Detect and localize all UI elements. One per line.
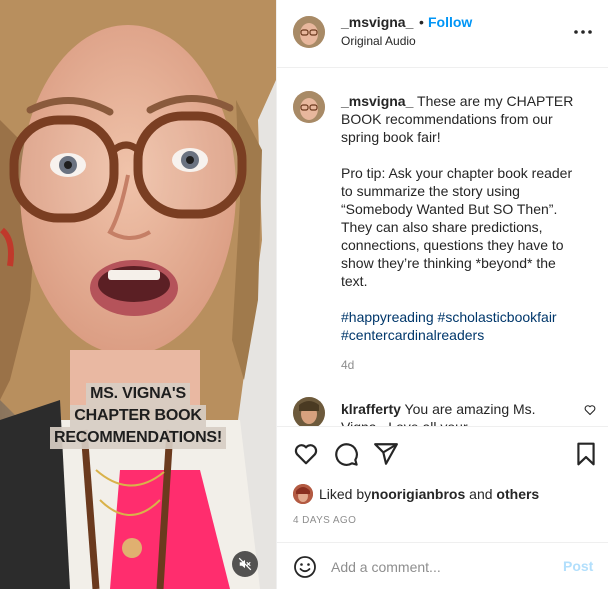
hashtag-link[interactable]: #happyreading [341,309,434,325]
comments-section[interactable]: _msvigna_ These are my CHAPTER BOOK reco… [277,69,608,426]
overlay-line: CHAPTER BOOK [70,405,206,427]
caption-username[interactable]: _msvigna_ [341,93,413,109]
post-actions: Liked by noorigianbros and others 4 DAYS… [277,426,608,542]
avatar[interactable] [293,484,313,504]
emoji-icon[interactable] [293,555,317,579]
liker-username[interactable]: noorigianbros [371,486,465,502]
comment-like-icon[interactable] [584,404,596,416]
comment: klrafferty You are amazing Ms. Vigna . L… [341,400,571,426]
likes-prefix: Liked by [319,486,372,502]
caption-tip: Pro tip: Ask your chapter book reader to… [341,165,573,289]
hashtag-link[interactable]: #centercardinalreaders [341,327,484,343]
post-caption: _msvigna_ These are my CHAPTER BOOK reco… [341,92,581,344]
comment-username[interactable]: klrafferty [341,401,401,417]
more-options-icon[interactable] [573,24,593,40]
comment-input[interactable] [331,555,551,579]
overlay-line: RECOMMENDATIONS! [49,427,227,449]
add-comment-bar: Post [277,542,608,589]
overlay-line: MS. VIGNA'S [86,383,190,405]
video-text-overlay: MS. VIGNA'S CHAPTER BOOK RECOMMENDATIONS… [0,383,276,449]
heart-icon[interactable] [293,441,319,467]
comment-icon[interactable] [333,441,359,467]
separator-dot: • [419,14,424,30]
mute-button[interactable] [232,551,258,577]
speaker-muted-icon [238,557,252,571]
hashtag-link[interactable]: #scholasticbookfair [438,309,557,325]
post-details-panel: _msvigna_ • Follow Original Audio _msvig… [276,0,608,589]
bookmark-icon[interactable] [573,441,599,467]
likes-others-link[interactable]: others [496,486,539,502]
post-comment-button[interactable]: Post [563,558,593,574]
share-icon[interactable] [373,441,399,467]
follow-button[interactable]: Follow [428,14,472,30]
likes-summary: Liked by noorigianbros and others [293,484,539,504]
author-username[interactable]: _msvigna_ [341,14,413,30]
video-frame [0,0,276,589]
likes-middle: and [465,486,497,502]
caption-timestamp[interactable]: 4d [341,358,354,372]
avatar[interactable] [293,91,325,123]
post-date[interactable]: 4 DAYS AGO [293,515,356,526]
post-dialog: MS. VIGNA'S CHAPTER BOOK RECOMMENDATIONS… [0,0,608,589]
post-video[interactable]: MS. VIGNA'S CHAPTER BOOK RECOMMENDATIONS… [0,0,276,589]
avatar[interactable] [293,16,325,48]
post-header: _msvigna_ • Follow Original Audio [277,0,608,68]
avatar[interactable] [293,397,325,426]
audio-link[interactable]: Original Audio [341,34,416,48]
